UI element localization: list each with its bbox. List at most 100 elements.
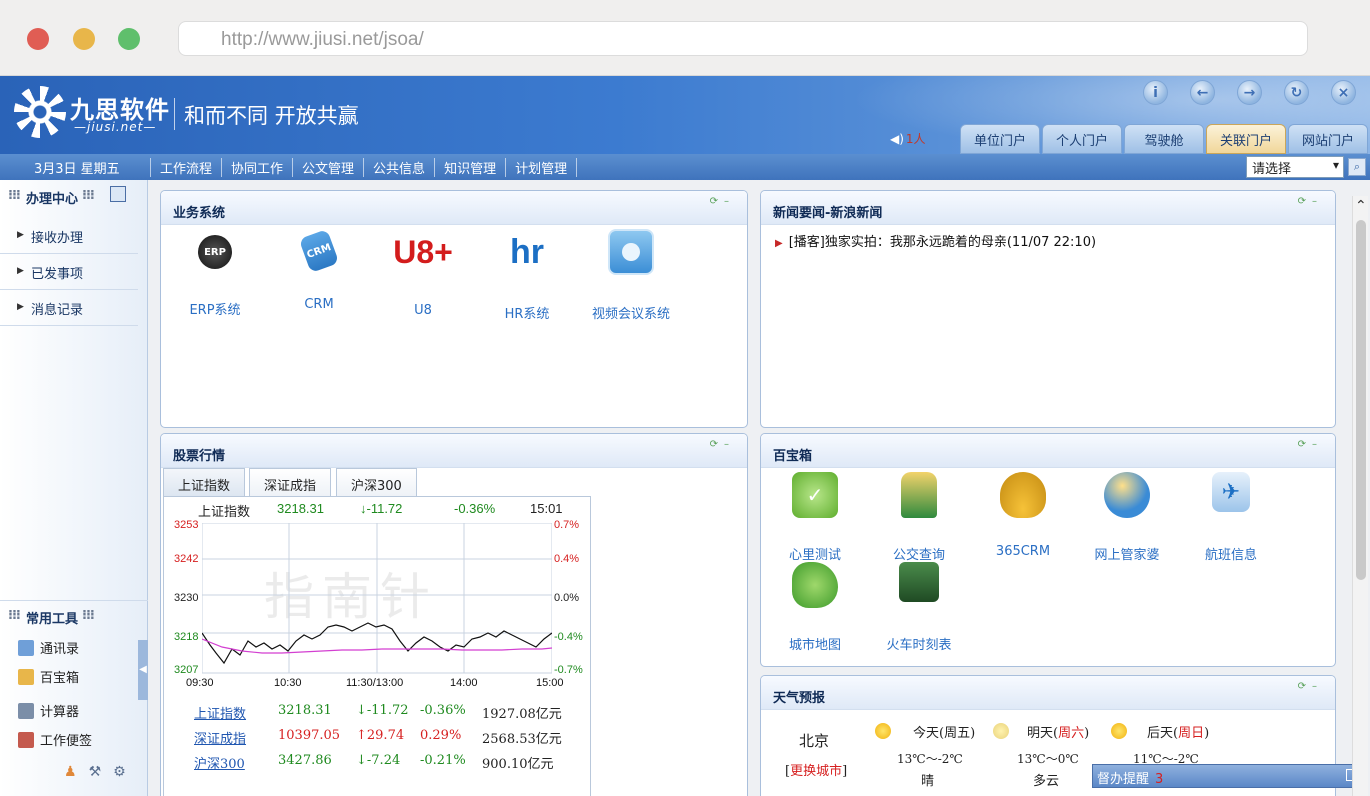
scrollbar-thumb[interactable]	[1356, 220, 1366, 580]
tile-365crm[interactable]: 365CRM	[973, 472, 1073, 559]
portal-tab-related[interactable]: 关联门户	[1206, 124, 1286, 154]
portal-tab-website[interactable]: 网站门户	[1288, 124, 1368, 154]
tab-shenzhen-index[interactable]: 深证成指	[249, 468, 332, 496]
sidebar-item-receive[interactable]: ▶ 接收办理	[0, 218, 138, 254]
x-tick: 15:00	[536, 677, 564, 689]
tile-city-map[interactable]: 城市地图	[765, 562, 865, 653]
panel-refresh-minimize-icons[interactable]: ⟳–	[710, 196, 735, 207]
stock-link[interactable]: 上证指数	[194, 703, 246, 722]
tile-u8[interactable]: U8+ U8	[373, 229, 473, 319]
tile-erp[interactable]: ERP ERP系统	[165, 229, 265, 318]
user-icon[interactable]: ♟	[64, 764, 89, 780]
news-item[interactable]: ▶ [播客]独家实拍：我那永远跪着的母亲(11/07 22:10)	[775, 231, 1096, 250]
address-bar[interactable]: http://www.jiusi.net/jsoa/	[178, 21, 1308, 56]
logo-swirl-icon	[14, 86, 66, 138]
info-icon[interactable]: i	[1143, 80, 1168, 105]
sidebar-item-messages[interactable]: ▶ 消息记录	[0, 290, 138, 326]
tab-shanghai-index[interactable]: 上证指数	[163, 468, 246, 496]
refresh-icon[interactable]: ↻	[1284, 80, 1309, 105]
nav-documents[interactable]: 公文管理	[292, 158, 363, 177]
grip-icon: ⁝⁝⁝	[82, 608, 95, 623]
sidebar-item-sent[interactable]: ▶ 已发事项	[0, 254, 138, 290]
psychology-test-icon: ✓	[792, 472, 838, 518]
search-go-icon[interactable]: ⌕	[1348, 158, 1366, 176]
nav-public-info[interactable]: 公共信息	[363, 158, 434, 177]
quick-select[interactable]: 请选择 ▾	[1246, 156, 1344, 178]
panel-business-systems: 业务系统 ⟳– ERP ERP系统 CRM CRM U8+ U8 hr HR系统 …	[160, 190, 748, 428]
stock-price: 10397.05	[278, 728, 341, 743]
tile-train-schedule[interactable]: 火车时刻表	[869, 562, 969, 653]
tool-notes[interactable]: 工作便签	[18, 730, 92, 749]
tools-icon[interactable]: ⚒	[89, 764, 114, 780]
tile-bus-query[interactable]: 公交查询	[869, 472, 969, 563]
calculator-icon	[18, 703, 34, 719]
supervision-reminder-bar[interactable]: 督办提醒 3	[1092, 764, 1366, 788]
tool-calculator[interactable]: 计算器	[18, 701, 79, 720]
settings-gear-icon[interactable]: ⚙	[113, 764, 138, 780]
nav-menu: 工作流程 协同工作 公文管理 公共信息 知识管理 计划管理	[150, 158, 578, 177]
nav-knowledge[interactable]: 知识管理	[434, 158, 505, 177]
panel-header: 股票行情 ⟳–	[161, 434, 747, 468]
online-users[interactable]: ◀) 1人	[890, 130, 926, 147]
logo-divider	[174, 98, 175, 130]
tile-online-housekeeper[interactable]: 网上管家婆	[1077, 472, 1177, 563]
window-close-button[interactable]	[27, 28, 49, 50]
stock-price: 3218.31	[278, 703, 332, 718]
quote-change: ↓-11.72	[360, 501, 403, 516]
panel-refresh-minimize-icons[interactable]: ⟳–	[1298, 681, 1323, 692]
tile-video-conference[interactable]: 视频会议系统	[581, 229, 681, 322]
portal-tab-personal[interactable]: 个人门户	[1042, 124, 1122, 154]
panel-toolbox: 百宝箱 ⟳– ✓ 心里测试 公交查询 365CRM 网上管家婆 ✈ 航班信息 城市地图…	[760, 433, 1336, 667]
sidebar-collapse-handle[interactable]: ◀	[138, 640, 148, 700]
panel-refresh-minimize-icons[interactable]: ⟳–	[1298, 439, 1323, 450]
weather-day-after: 后天(周日)	[1111, 722, 1209, 741]
scroll-up-icon[interactable]: ⌃	[1355, 198, 1367, 214]
window-switch-icon[interactable]	[110, 186, 126, 202]
panel-refresh-minimize-icons[interactable]: ⟳–	[1298, 196, 1323, 207]
panel-title: 百宝箱	[773, 449, 813, 464]
stock-pct: -0.21%	[420, 753, 466, 768]
forward-icon[interactable]: →	[1237, 80, 1262, 105]
nav-workflow[interactable]: 工作流程	[150, 158, 221, 177]
back-icon[interactable]: ←	[1190, 80, 1215, 105]
y-left-tick: 3207	[174, 664, 199, 676]
stock-link[interactable]: 沪深300	[194, 753, 245, 772]
page-scrollbar[interactable]: ⌃	[1352, 196, 1368, 796]
panel-refresh-minimize-icons[interactable]: ⟳–	[710, 439, 735, 450]
window-maximize-button[interactable]	[118, 28, 140, 50]
portal-tab-cockpit[interactable]: 驾驶舱	[1124, 124, 1204, 154]
tab-csi300[interactable]: 沪深300	[336, 468, 417, 496]
tile-crm[interactable]: CRM CRM	[269, 228, 369, 312]
close-icon[interactable]: ×	[1331, 80, 1356, 105]
tile-flight-info[interactable]: ✈ 航班信息	[1181, 472, 1281, 563]
panel-stock: 股票行情 ⟳– 上证指数 深证成指 沪深300 上证指数 3218.31 ↓-11…	[160, 433, 748, 796]
triangle-right-icon: ▶	[17, 230, 24, 240]
main-navbar: 3月3日 星期五 工作流程 协同工作 公文管理 公共信息 知识管理 计划管理 请…	[0, 154, 1370, 180]
browser-chrome: http://www.jiusi.net/jsoa/	[0, 0, 1370, 76]
portal-tab-unit[interactable]: 单位门户	[960, 124, 1040, 154]
tool-contacts[interactable]: 通讯录	[18, 638, 79, 657]
panel-header: 百宝箱 ⟳–	[761, 434, 1335, 468]
nav-collaboration[interactable]: 协同工作	[221, 158, 292, 177]
sidebar-footer-icons: ♟⚒⚙	[64, 764, 138, 780]
stock-chart-box: 上证指数 3218.31 ↓-11.72 -0.36% 15:01 3253 3…	[163, 496, 591, 796]
change-city-link[interactable]: [更换城市]	[785, 760, 847, 779]
window-minimize-button[interactable]	[73, 28, 95, 50]
tile-hr[interactable]: hr HR系统	[477, 229, 577, 323]
sunny-icon	[1111, 723, 1127, 739]
tool-toolbox[interactable]: 百宝箱	[18, 667, 79, 686]
portal-tabs: 单位门户 个人门户 驾驶舱 关联门户 网站门户	[960, 124, 1368, 154]
grip-icon: ⁝⁝⁝	[8, 188, 21, 203]
panel-header: 业务系统 ⟳–	[161, 191, 747, 225]
stock-link[interactable]: 深证成指	[194, 728, 246, 747]
panel-news: 新闻要闻-新浪新闻 ⟳– ▶ [播客]独家实拍：我那永远跪着的母亲(11/07 22…	[760, 190, 1336, 428]
weather-today: 今天(周五)	[875, 722, 975, 741]
app-header: 九思软件 —jiusi.net— 和而不同 开放共赢 i ← → ↻ × ◀) 1…	[0, 76, 1370, 154]
tile-psychology-test[interactable]: ✓ 心里测试	[765, 472, 865, 563]
weather-condition: 晴	[921, 774, 935, 789]
stock-price: 3427.86	[278, 753, 332, 768]
nav-plans[interactable]: 计划管理	[505, 158, 578, 177]
x-tick: 10:30	[274, 677, 302, 689]
hr-icon: hr	[510, 232, 544, 271]
grip-icon: ⁝⁝⁝	[82, 188, 95, 203]
